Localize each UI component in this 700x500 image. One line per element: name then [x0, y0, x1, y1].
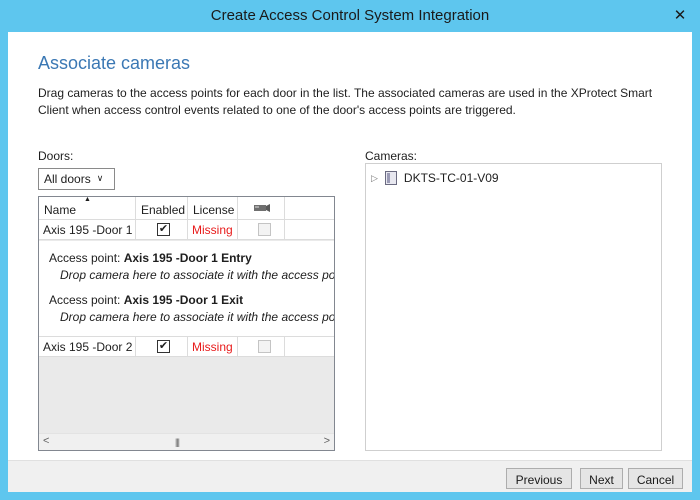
next-button[interactable]: Next	[580, 468, 623, 489]
title-bar: Create Access Control System Integration…	[0, 0, 700, 32]
enabled-cell: ✔	[136, 220, 188, 240]
cameras-tree[interactable]: ▷ DKTS-TC-01-V09	[365, 163, 662, 451]
scroll-left-icon[interactable]: <	[43, 435, 49, 447]
camera-cell	[238, 220, 285, 240]
column-header-enabled[interactable]: Enabled	[136, 197, 188, 220]
window-title: Create Access Control System Integration	[210, 7, 490, 24]
previous-button[interactable]: Previous	[506, 468, 572, 489]
door-name: Axis 195 -Door 1	[39, 220, 136, 240]
table-row[interactable]: Axis 195 -Door 2 ✔ Missing	[39, 337, 334, 357]
camera-checkbox	[258, 223, 271, 236]
access-point-exit: Access point: Axis 195 -Door 1 Exit	[49, 293, 244, 307]
enabled-checkbox[interactable]: ✔	[157, 340, 170, 353]
camera-name: DKTS-TC-01-V09	[403, 171, 499, 185]
tree-item[interactable]: ▷ DKTS-TC-01-V09	[371, 171, 499, 185]
grid-header: ▲ Name Enabled License	[39, 197, 334, 220]
page-description: Drag cameras to the access points for ea…	[38, 86, 653, 117]
column-header-name[interactable]: ▲ Name	[39, 197, 136, 220]
server-icon	[384, 171, 397, 185]
doors-filter-dropdown[interactable]: All doors ∨	[38, 168, 115, 190]
wizard-footer: Previous Next Cancel	[8, 460, 692, 492]
chevron-down-icon: ∨	[96, 173, 104, 183]
table-row[interactable]: Axis 195 -Door 1 ✔ Missing	[39, 220, 334, 240]
cancel-button[interactable]: Cancel	[628, 468, 683, 489]
door-details: Access point: Axis 195 -Door 1 Entry Dro…	[39, 241, 334, 337]
enabled-cell: ✔	[136, 337, 188, 357]
wizard-page: Associate cameras Drag cameras to the ac…	[8, 32, 692, 492]
enabled-checkbox[interactable]: ✔	[157, 223, 170, 236]
camera-icon	[254, 204, 270, 212]
door-name: Axis 195 -Door 2	[39, 337, 136, 357]
column-header-license[interactable]: License	[188, 197, 238, 220]
doors-grid[interactable]: ▲ Name Enabled License Axis 195 -Door 1 …	[38, 196, 335, 451]
drop-target-exit[interactable]: Drop camera here to associate it with th…	[60, 310, 334, 324]
cameras-label: Cameras:	[365, 149, 418, 163]
scroll-right-icon[interactable]: >	[324, 435, 330, 447]
horizontal-scrollbar[interactable]: < ||| >	[39, 433, 334, 450]
page-heading: Associate cameras	[38, 53, 191, 73]
doors-label: Doors:	[38, 149, 74, 163]
close-icon: ✕	[673, 7, 687, 24]
access-point-entry: Access point: Axis 195 -Door 1 Entry	[49, 251, 252, 265]
expand-icon[interactable]: ▷	[371, 173, 378, 184]
camera-checkbox	[258, 340, 271, 353]
scroll-grip-icon[interactable]: |||	[175, 437, 180, 447]
drop-target-entry[interactable]: Drop camera here to associate it with th…	[60, 268, 334, 282]
license-status: Missing	[188, 220, 238, 240]
camera-cell	[238, 337, 285, 357]
sort-ascending-icon: ▲	[84, 196, 91, 203]
column-header-camera[interactable]	[238, 197, 285, 220]
license-status: Missing	[188, 337, 238, 357]
close-button[interactable]: ✕	[668, 4, 692, 26]
doors-filter-value: All doors	[44, 172, 91, 186]
